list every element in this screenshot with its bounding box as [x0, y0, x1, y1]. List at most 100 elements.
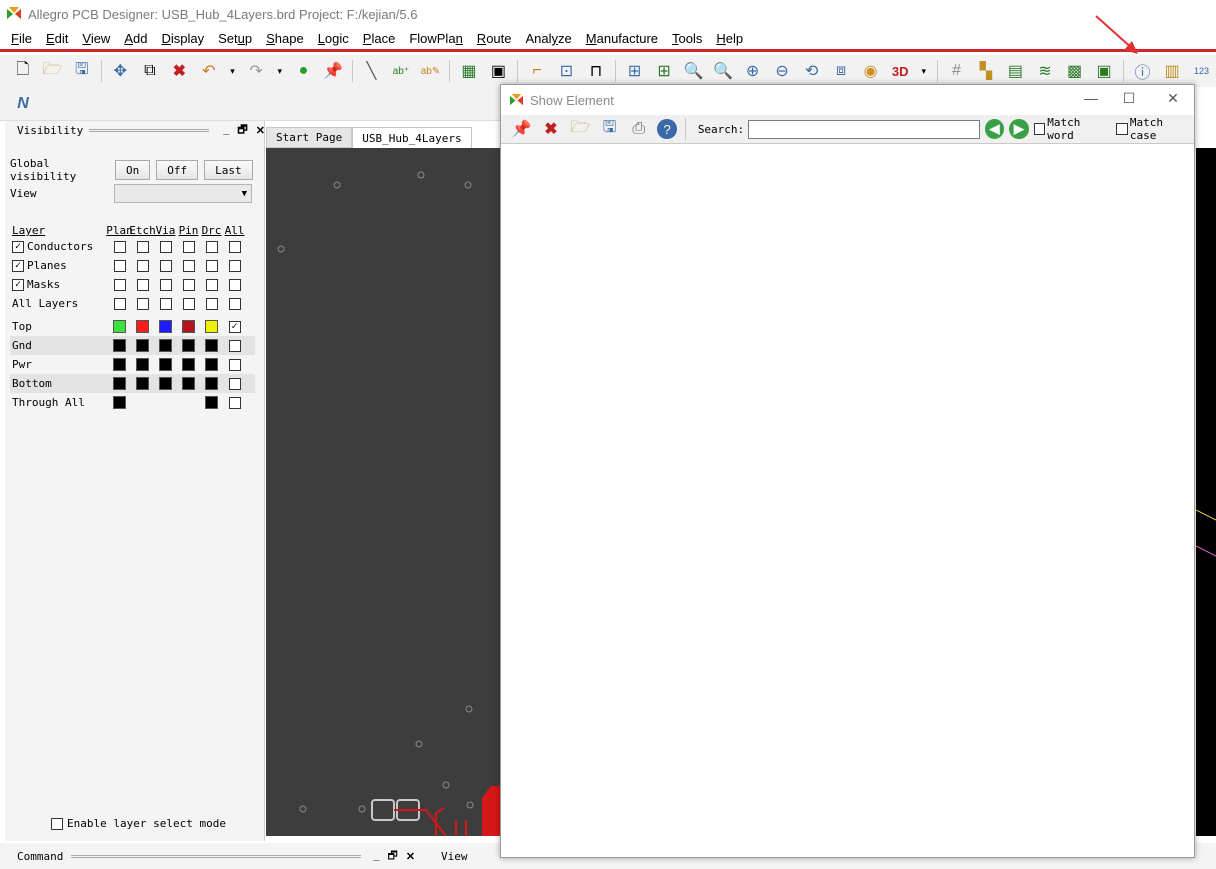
group-checkbox[interactable]: ✓: [12, 259, 24, 272]
undo-icon[interactable]: ↶: [198, 60, 220, 82]
edit-text-icon[interactable]: ab✎: [420, 60, 442, 82]
visibility-checkbox[interactable]: [113, 259, 126, 272]
visibility-checkbox[interactable]: [136, 297, 149, 310]
route-step-icon[interactable]: ⊓: [585, 60, 607, 82]
layer-color-swatch[interactable]: [136, 358, 149, 371]
visibility-checkbox[interactable]: [113, 278, 126, 291]
layers-b-icon[interactable]: ▤: [1005, 60, 1027, 82]
menu-file[interactable]: File: [4, 31, 39, 46]
open-folder-icon[interactable]: 🗁: [42, 60, 64, 82]
3d-icon[interactable]: 3D: [889, 60, 911, 82]
visibility-checkbox[interactable]: [182, 240, 195, 253]
visibility-checkbox[interactable]: [159, 259, 172, 272]
menu-place[interactable]: Place: [356, 31, 403, 46]
column-header-etch[interactable]: Etch: [129, 224, 156, 237]
zoom-fit-icon[interactable]: 🔍: [683, 60, 705, 82]
menu-logic[interactable]: Logic: [311, 31, 356, 46]
search-input[interactable]: [748, 119, 980, 139]
zoom-box-icon[interactable]: ⧈: [830, 60, 852, 82]
route-box-icon[interactable]: ⊡: [556, 60, 578, 82]
menu-view[interactable]: View: [75, 31, 117, 46]
search-forward-icon[interactable]: ▶: [1009, 119, 1029, 139]
visibility-checkbox[interactable]: [182, 278, 195, 291]
layer-color-swatch[interactable]: [205, 377, 218, 390]
info-icon[interactable]: ⓘ: [1132, 60, 1154, 82]
refresh-icon[interactable]: ◉: [860, 60, 882, 82]
on-button[interactable]: On: [115, 160, 151, 180]
layer-color-swatch[interactable]: [159, 358, 172, 371]
menu-route[interactable]: Route: [470, 31, 519, 46]
stack-icon[interactable]: ≋: [1034, 60, 1056, 82]
layer-color-swatch[interactable]: [136, 339, 149, 352]
layer-color-swatch[interactable]: [159, 377, 172, 390]
group-checkbox[interactable]: ✓: [12, 240, 24, 253]
visibility-checkbox[interactable]: [113, 297, 126, 310]
minimize-icon[interactable]: —: [1081, 90, 1101, 106]
logo-n-icon[interactable]: N: [12, 93, 34, 115]
layer-all-checkbox[interactable]: ✓: [228, 320, 241, 333]
print-icon[interactable]: ⎙: [628, 118, 649, 140]
close-icon[interactable]: ✕: [256, 124, 265, 137]
visibility-checkbox[interactable]: [136, 240, 149, 253]
visibility-checkbox[interactable]: [228, 297, 241, 310]
menu-shape[interactable]: Shape: [259, 31, 311, 46]
restore-icon[interactable]: 🗗: [237, 121, 247, 140]
layer-color-swatch[interactable]: [182, 339, 195, 352]
layer-color-swatch[interactable]: [113, 358, 126, 371]
close-icon[interactable]: ✕: [1163, 90, 1183, 107]
redo-icon[interactable]: ↷: [245, 60, 267, 82]
color-ball-icon[interactable]: ●: [293, 60, 315, 82]
last-button[interactable]: Last: [204, 160, 253, 180]
dropdown-icon[interactable]: ▾: [228, 60, 238, 82]
menu-flowplan[interactable]: FlowPlan: [402, 31, 469, 46]
connect-icon[interactable]: ⌐: [526, 60, 548, 82]
visibility-checkbox[interactable]: [136, 278, 149, 291]
visibility-checkbox[interactable]: [228, 240, 241, 253]
layer-color-swatch[interactable]: [182, 377, 195, 390]
tab-start-page[interactable]: Start Page: [266, 127, 353, 148]
layer-color-swatch[interactable]: [113, 377, 126, 390]
grid-b-icon[interactable]: ⊞: [653, 60, 675, 82]
menu-display[interactable]: Display: [154, 31, 211, 46]
show-element-icon[interactable]: ▥: [1161, 60, 1183, 82]
layer-color-swatch[interactable]: [113, 339, 126, 352]
layer-color-swatch[interactable]: [113, 396, 126, 409]
visibility-checkbox[interactable]: [205, 259, 218, 272]
layer-color-swatch[interactable]: [136, 377, 149, 390]
visibility-checkbox[interactable]: [159, 240, 172, 253]
tab-usb-hub[interactable]: USB_Hub_4Layers: [352, 127, 472, 148]
help-icon[interactable]: ?: [657, 119, 677, 139]
group-checkbox[interactable]: ✓: [12, 278, 24, 291]
pcb-canvas-right[interactable]: [1195, 148, 1216, 836]
panel-icon[interactable]: ▩: [1064, 60, 1086, 82]
pin-icon[interactable]: 📌: [322, 60, 344, 82]
command-minimize-icon[interactable]: _: [373, 850, 379, 862]
copy-icon[interactable]: ⧉: [139, 60, 161, 82]
layer-all-checkbox[interactable]: [228, 377, 241, 390]
enable-layer-select-checkbox[interactable]: [51, 817, 63, 830]
command-close-icon[interactable]: ✕: [406, 850, 415, 863]
column-header-via[interactable]: Via: [154, 224, 177, 237]
zoom-in-icon[interactable]: 🔍: [712, 60, 734, 82]
layer-color-swatch[interactable]: [113, 320, 126, 333]
panel-grip[interactable]: [89, 128, 210, 132]
visibility-checkbox[interactable]: [228, 278, 241, 291]
visibility-checkbox[interactable]: [205, 297, 218, 310]
visibility-checkbox[interactable]: [205, 278, 218, 291]
view-select[interactable]: ▼: [114, 184, 252, 203]
column-header-drc[interactable]: Drc: [200, 224, 223, 237]
match-case-checkbox[interactable]: [1116, 123, 1128, 135]
new-file-icon[interactable]: 🗋: [12, 60, 34, 82]
move-icon[interactable]: ✥: [110, 60, 132, 82]
grid-icon[interactable]: #: [946, 60, 968, 82]
layer-color-swatch[interactable]: [159, 320, 172, 333]
line-icon[interactable]: ╲: [361, 60, 383, 82]
off-button[interactable]: Off: [156, 160, 199, 180]
visibility-checkbox[interactable]: [159, 278, 172, 291]
save-icon[interactable]: 🖫: [71, 60, 93, 82]
layer-all-checkbox[interactable]: [228, 396, 241, 409]
menu-edit[interactable]: Edit: [39, 31, 75, 46]
ruler-icon[interactable]: 123: [1191, 60, 1213, 82]
menu-add[interactable]: Add: [117, 31, 154, 46]
add-text-icon[interactable]: ab⁺: [390, 60, 412, 82]
